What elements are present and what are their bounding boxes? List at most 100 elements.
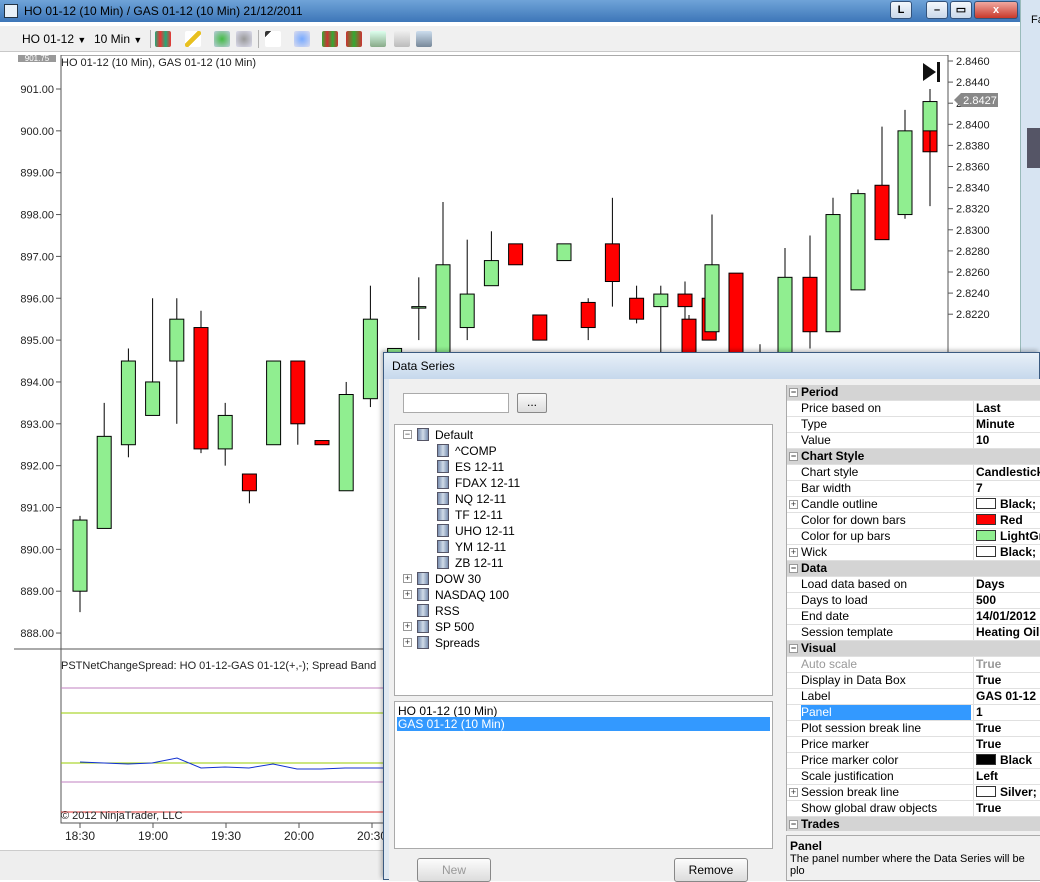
property-category[interactable]: − Visual — [787, 641, 1040, 657]
tree-item[interactable]: NQ 12-11 — [437, 491, 506, 507]
collapse-icon[interactable]: − — [789, 452, 798, 461]
expand-icon[interactable]: + — [403, 574, 412, 583]
expand-icon[interactable]: + — [789, 788, 798, 797]
expand-icon[interactable]: + — [789, 548, 798, 557]
property-row[interactable]: Color for down bars Red — [787, 513, 1040, 529]
property-category[interactable]: − Trades — [787, 817, 1040, 831]
magnify-icon[interactable] — [294, 31, 310, 47]
instrument-tree[interactable]: − Default ^COMP ES 12-11 FDAX 12-11 NQ 12-11 T… — [394, 424, 773, 696]
property-row[interactable]: Display in Data Box True — [787, 673, 1040, 689]
property-row[interactable]: Bar width 7 — [787, 481, 1040, 497]
property-row[interactable]: Load data based on Days — [787, 577, 1040, 593]
expand-icon[interactable]: + — [789, 500, 798, 509]
interval-selector[interactable]: 10 Min ▼ — [94, 30, 142, 48]
remove-button[interactable]: Remove — [674, 858, 748, 882]
property-row[interactable]: Auto scale True — [787, 657, 1040, 673]
tree-item[interactable]: + DOW 30 — [403, 571, 481, 587]
browse-button[interactable]: ... — [517, 393, 547, 413]
tree-item[interactable]: + Spreads — [403, 635, 480, 651]
property-value[interactable]: GAS 01-12 — [973, 689, 1040, 704]
tree-item[interactable]: + SP 500 — [403, 619, 474, 635]
bar-type-icon[interactable] — [155, 31, 171, 47]
property-row[interactable]: Days to load 500 — [787, 593, 1040, 609]
collapse-icon[interactable]: − — [789, 388, 798, 397]
property-value[interactable]: Red — [973, 513, 1040, 528]
property-value[interactable]: Minute — [973, 417, 1040, 432]
candles-icon[interactable] — [322, 31, 338, 47]
link-button[interactable]: L — [890, 1, 912, 19]
property-value[interactable]: True — [973, 801, 1040, 816]
instrument-search-input[interactable] — [403, 393, 509, 413]
property-row[interactable]: Label GAS 01-12 — [787, 689, 1040, 705]
property-value[interactable]: Days — [973, 577, 1040, 592]
tree-item[interactable]: YM 12-11 — [437, 539, 506, 555]
property-row[interactable]: Price based on Last — [787, 401, 1040, 417]
property-value[interactable]: Left — [973, 769, 1040, 784]
instrument-selector[interactable]: HO 01-12 ▼ — [22, 30, 86, 48]
zoom-in-icon[interactable] — [214, 31, 230, 47]
property-row[interactable]: + Session break line Silver; — [787, 785, 1040, 801]
property-row[interactable]: Scale justification Left — [787, 769, 1040, 785]
property-value[interactable]: True — [973, 737, 1040, 752]
series-list[interactable]: HO 01-12 (10 Min) GAS 01-12 (10 Min) — [394, 701, 773, 849]
property-value[interactable]: 14/01/2012 — [973, 609, 1040, 624]
tree-item[interactable]: − Default — [403, 427, 473, 443]
property-row[interactable]: Price marker True — [787, 737, 1040, 753]
property-value[interactable]: True — [973, 657, 1040, 672]
property-value[interactable]: 10 — [973, 433, 1040, 448]
series-item[interactable]: GAS 01-12 (10 Min) — [397, 717, 770, 731]
property-row[interactable]: Plot session break line True — [787, 721, 1040, 737]
property-category[interactable]: − Chart Style — [787, 449, 1040, 465]
close-button[interactable]: x — [974, 1, 1018, 19]
minimize-button[interactable]: – — [926, 1, 948, 19]
collapse-icon[interactable]: − — [403, 430, 412, 439]
new-button[interactable]: New — [417, 858, 491, 882]
property-value[interactable]: LightGr — [973, 529, 1040, 544]
property-value[interactable]: 7 — [973, 481, 1040, 496]
tree-item[interactable]: ZB 12-11 — [437, 555, 503, 571]
property-value[interactable]: Last — [973, 401, 1040, 416]
zoom-out-icon[interactable] — [236, 31, 252, 47]
property-row[interactable]: +Candle outline Black; 1p — [787, 497, 1040, 513]
property-value[interactable]: Black; 1p — [973, 497, 1040, 512]
tree-item[interactable]: ES 12-11 — [437, 459, 504, 475]
data-series-icon[interactable] — [416, 31, 432, 47]
tree-item[interactable]: + NASDAQ 100 — [403, 587, 509, 603]
property-row[interactable]: End date 14/01/2012 — [787, 609, 1040, 625]
tree-item[interactable]: UHO 12-11 — [437, 523, 515, 539]
properties-icon[interactable] — [394, 31, 410, 47]
property-row[interactable]: Value 10 — [787, 433, 1040, 449]
property-row[interactable]: Color for up bars LightGr — [787, 529, 1040, 545]
property-row[interactable]: Show global draw objects True — [787, 801, 1040, 817]
property-value[interactable]: Candlestick — [973, 465, 1040, 480]
property-value[interactable]: 500 — [973, 593, 1040, 608]
property-value[interactable]: Black; 1p — [973, 545, 1040, 560]
series-item[interactable]: HO 01-12 (10 Min) — [397, 704, 770, 718]
strategies-icon[interactable] — [370, 31, 386, 47]
property-category[interactable]: − Period — [787, 385, 1040, 401]
pencil-icon[interactable] — [185, 31, 201, 47]
cursor-icon[interactable] — [265, 31, 281, 47]
property-value[interactable]: True — [973, 673, 1040, 688]
property-category[interactable]: − Data — [787, 561, 1040, 577]
expand-icon[interactable]: + — [403, 590, 412, 599]
collapse-icon[interactable]: − — [789, 644, 798, 653]
property-value[interactable]: Black — [973, 753, 1040, 768]
tree-item[interactable]: TF 12-11 — [437, 507, 503, 523]
property-value[interactable]: True — [973, 721, 1040, 736]
property-row[interactable]: Type Minute — [787, 417, 1040, 433]
property-value[interactable]: Silver; — [973, 785, 1040, 800]
property-value[interactable]: 1 — [973, 705, 1040, 720]
expand-icon[interactable]: + — [403, 622, 412, 631]
expand-icon[interactable]: + — [403, 638, 412, 647]
tree-item[interactable]: ^COMP — [437, 443, 497, 459]
property-grid[interactable]: − Period Price based on Last Type Minute Value… — [786, 385, 1040, 831]
property-row[interactable]: Price marker color Black — [787, 753, 1040, 769]
tree-item[interactable]: FDAX 12-11 — [437, 475, 520, 491]
maximize-button[interactable]: ▭ — [950, 1, 972, 19]
property-row[interactable]: Panel 1 — [787, 705, 1040, 721]
collapse-icon[interactable]: − — [789, 820, 798, 829]
indicators-icon[interactable] — [346, 31, 362, 47]
collapse-icon[interactable]: − — [789, 564, 798, 573]
property-row[interactable]: Chart style Candlestick — [787, 465, 1040, 481]
